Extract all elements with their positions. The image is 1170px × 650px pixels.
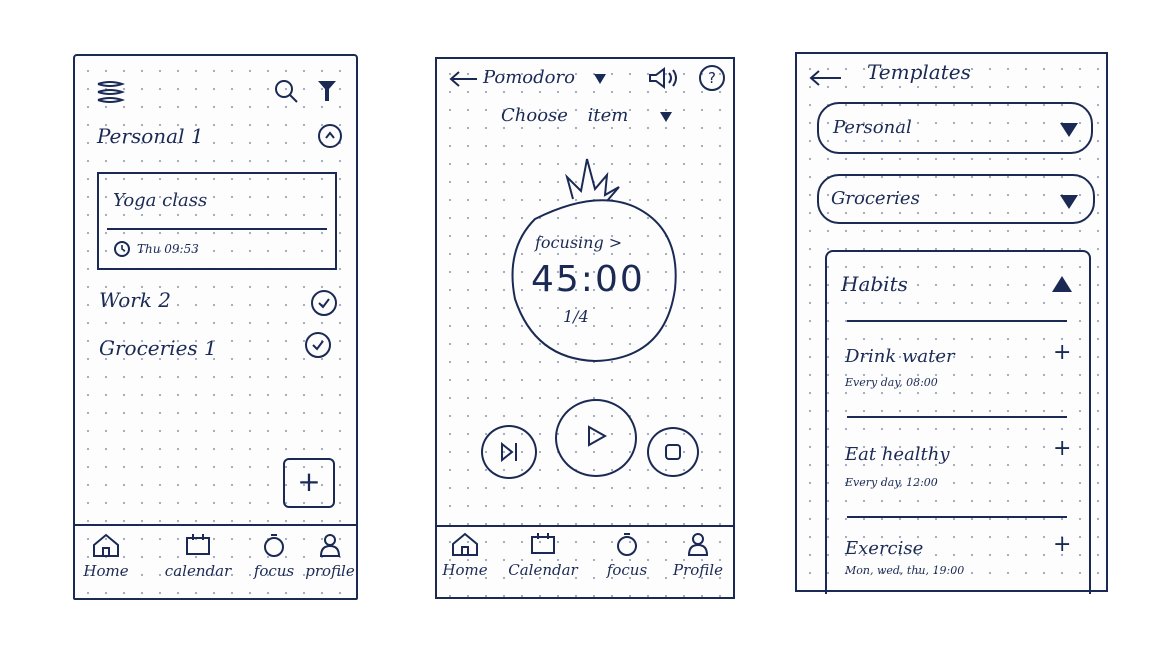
- back-arrow-icon[interactable]: [807, 68, 845, 88]
- timer-display: 45:00: [531, 259, 645, 300]
- nav-home-label: Home: [83, 562, 129, 580]
- nav-calendar[interactable]: Calendar: [503, 531, 583, 579]
- filter-icon[interactable]: [315, 78, 339, 104]
- nav-home[interactable]: Home: [437, 531, 493, 579]
- habits-title: Habits: [841, 272, 908, 296]
- dropdown-label: Groceries: [831, 188, 920, 209]
- choose-item-label[interactable]: Choose item: [501, 105, 628, 126]
- habit-name: Eat healthy: [845, 444, 950, 465]
- menu-icon[interactable]: [95, 80, 125, 106]
- task-title: Yoga class: [113, 190, 208, 211]
- nav-profile[interactable]: profile: [305, 532, 355, 580]
- category-dropdown[interactable]: Personal: [817, 102, 1093, 154]
- nav-focus-label: focus: [253, 562, 295, 580]
- add-habit-icon[interactable]: +: [1053, 532, 1071, 557]
- nav-calendar-label: calendar: [164, 562, 232, 580]
- nav-profile-label: Profile: [673, 561, 723, 579]
- play-button[interactable]: [555, 399, 637, 477]
- add-habit-icon[interactable]: +: [1053, 340, 1071, 365]
- nav-calendar[interactable]: calendar: [163, 532, 233, 580]
- session-counter: 1/4: [563, 307, 589, 326]
- category-groceries-label: Groceries 1: [99, 336, 217, 360]
- templates-screen: Templates Personal Groceries Habits Drin…: [795, 52, 1108, 594]
- habit-schedule: Every day, 12:00: [845, 476, 938, 489]
- pomodoro-screen: Pomodoro ? Choose item focusing > 45:00 …: [435, 57, 735, 599]
- back-arrow-icon[interactable]: [447, 69, 481, 89]
- sound-icon[interactable]: [647, 67, 681, 89]
- pomodoro-title[interactable]: Pomodoro: [483, 67, 575, 88]
- dropdown-caret-icon: [1059, 194, 1079, 210]
- nav-profile[interactable]: Profile: [667, 531, 729, 579]
- help-icon[interactable]: ?: [699, 65, 725, 91]
- check-circle-icon[interactable]: [305, 332, 331, 358]
- skip-button[interactable]: [481, 425, 537, 479]
- nav-profile-label: profile: [305, 562, 355, 580]
- task-time: Thu 09:53: [137, 242, 199, 256]
- list-dropdown[interactable]: Groceries: [817, 174, 1095, 224]
- task-card[interactable]: Yoga class Thu 09:53: [97, 172, 337, 270]
- nav-home-label: Home: [442, 561, 488, 579]
- nav-home[interactable]: Home: [81, 532, 131, 580]
- habit-name: Exercise: [845, 538, 924, 559]
- tasks-screen: Personal 1 Yoga class Thu 09:53 Work 2 G…: [73, 54, 358, 600]
- timer-status[interactable]: focusing >: [535, 233, 622, 252]
- habit-schedule: Every day, 08:00: [845, 376, 938, 389]
- search-icon[interactable]: [273, 78, 299, 104]
- templates-title: Templates: [867, 60, 971, 84]
- check-circle-icon[interactable]: [311, 290, 337, 316]
- dropdown-caret-icon[interactable]: [659, 111, 673, 123]
- dropdown-label: Personal: [833, 117, 912, 138]
- stop-button[interactable]: [647, 427, 699, 477]
- nav-focus[interactable]: focus: [599, 531, 655, 579]
- add-button[interactable]: +: [283, 458, 335, 508]
- nav-focus[interactable]: focus: [251, 532, 297, 580]
- dropdown-caret-icon[interactable]: [593, 73, 607, 85]
- collapse-icon[interactable]: [318, 124, 342, 148]
- habit-schedule: Mon, wed, thu, 19:00: [845, 564, 965, 577]
- nav-calendar-label: Calendar: [508, 561, 578, 579]
- category-work-label: Work 2: [99, 288, 172, 312]
- dropdown-caret-icon: [1059, 122, 1079, 138]
- add-habit-icon[interactable]: +: [1053, 436, 1071, 461]
- clock-icon: [113, 240, 131, 258]
- category-personal-label: Personal 1: [97, 124, 204, 148]
- habits-panel: Habits Drink water Every day, 08:00 + Ea…: [825, 250, 1091, 594]
- collapse-caret-icon[interactable]: [1051, 274, 1073, 294]
- habit-name: Drink water: [845, 346, 955, 367]
- nav-focus-label: focus: [606, 561, 648, 579]
